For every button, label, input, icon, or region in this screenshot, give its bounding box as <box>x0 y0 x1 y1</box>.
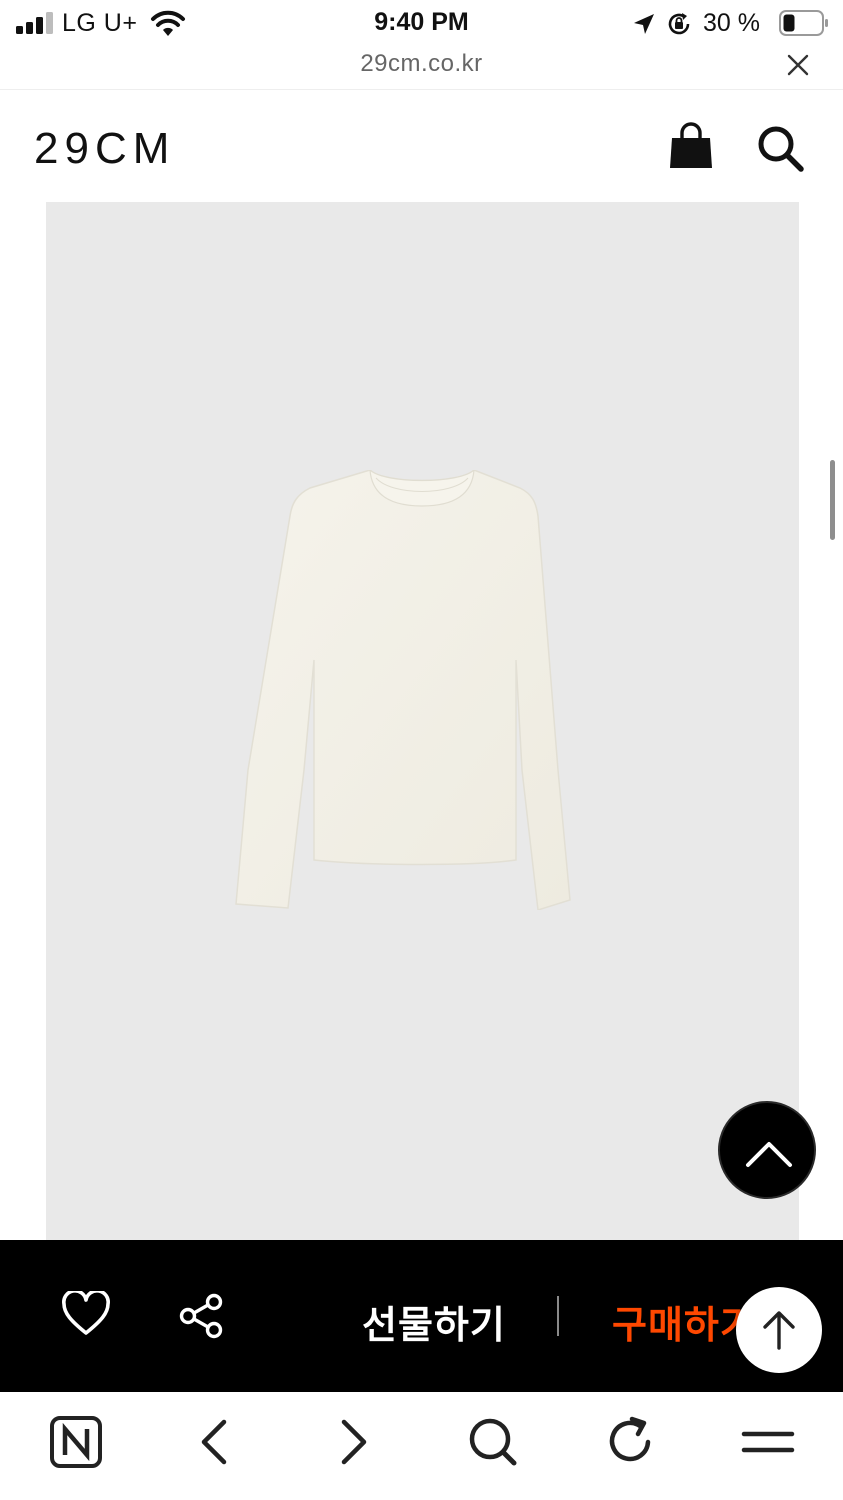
rotation-lock-icon <box>668 13 690 35</box>
floating-scroll-up-button[interactable] <box>736 1287 822 1373</box>
forward-icon[interactable] <box>326 1414 382 1470</box>
scroll-top-button[interactable] <box>718 1101 816 1199</box>
share-icon[interactable] <box>178 1292 226 1340</box>
chevron-up-icon <box>746 1142 792 1167</box>
site-header: 29CM <box>0 90 843 202</box>
menu-icon[interactable] <box>740 1414 796 1470</box>
battery-percent: 30 % <box>703 9 760 37</box>
product-image[interactable] <box>46 202 799 1242</box>
status-bar: LG U+ 9:40 PM 30 % <box>0 0 843 46</box>
arrow-up-icon <box>763 1311 795 1350</box>
purchase-bar: 선물하기 구매하기 <box>0 1240 843 1392</box>
back-icon[interactable] <box>186 1414 242 1470</box>
location-arrow-icon <box>634 14 654 34</box>
long-sleeve-tshirt-image <box>235 470 571 910</box>
url-text[interactable]: 29cm.co.kr <box>0 50 843 78</box>
site-logo[interactable]: 29CM <box>34 124 175 174</box>
refresh-icon[interactable] <box>602 1414 658 1470</box>
heart-icon[interactable] <box>61 1291 111 1337</box>
shopping-bag-icon[interactable] <box>668 122 714 170</box>
divider <box>557 1296 559 1336</box>
close-icon[interactable] <box>785 52 811 78</box>
naver-home-icon[interactable] <box>48 1414 104 1470</box>
buy-button[interactable]: 구매하기 <box>612 1294 756 1349</box>
search-icon[interactable] <box>756 124 804 172</box>
search-icon[interactable] <box>464 1414 520 1470</box>
battery-icon <box>779 10 828 36</box>
browser-toolbar <box>0 1392 843 1500</box>
browser-url-bar[interactable]: 29cm.co.kr <box>0 46 843 90</box>
gift-button[interactable]: 선물하기 <box>362 1294 506 1349</box>
scroll-indicator[interactable] <box>830 460 835 540</box>
